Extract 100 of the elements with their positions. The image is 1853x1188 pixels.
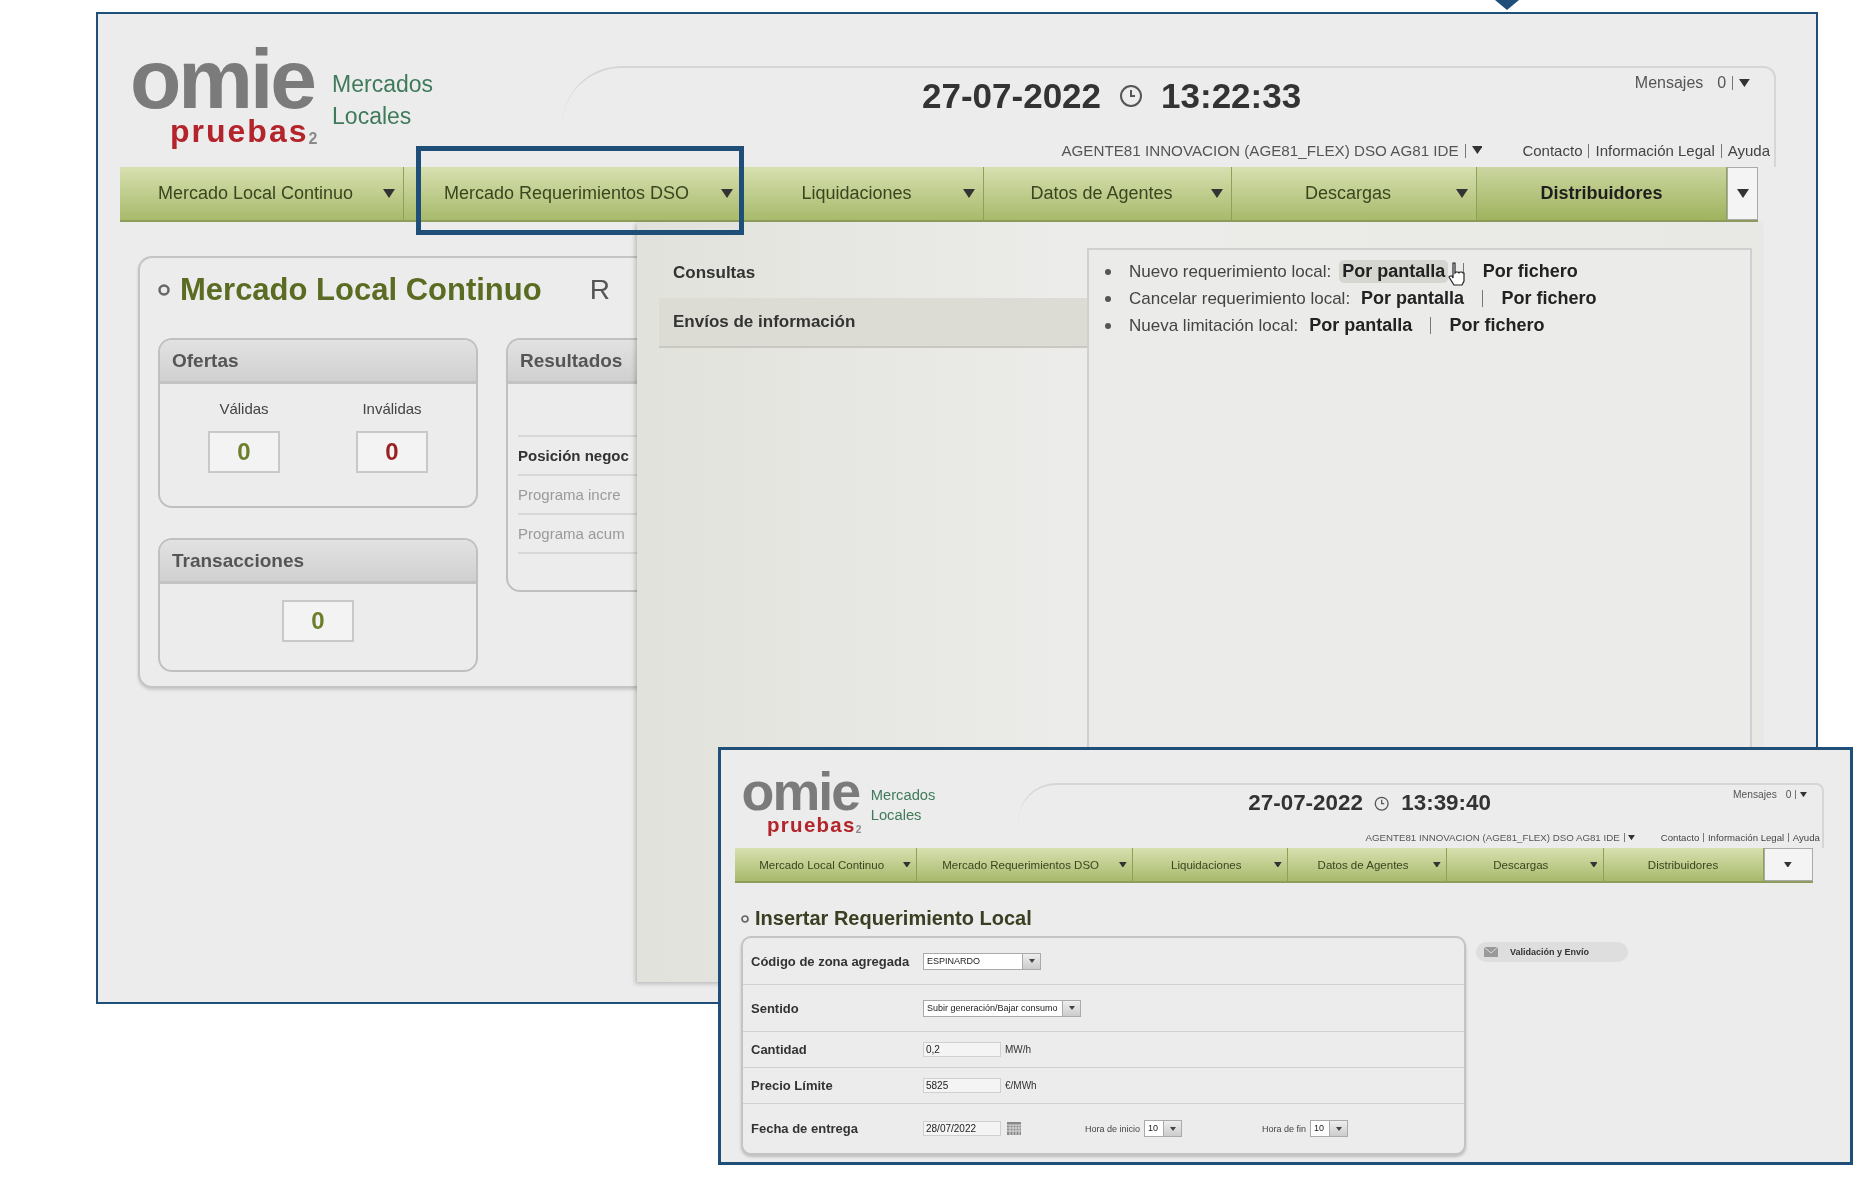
clock-icon <box>1119 84 1144 108</box>
product-name: Mercados Locales <box>332 70 435 132</box>
menu-link[interactable]: Por fichero <box>1498 287 1600 310</box>
nav-tab[interactable]: Mercado Local Continuo <box>120 167 404 220</box>
bullet-icon <box>158 284 170 296</box>
nav-tab[interactable]: Descargas <box>1446 847 1604 882</box>
caret-icon[interactable] <box>1456 189 1468 198</box>
input-field[interactable]: 5825 <box>923 1078 1001 1094</box>
start-hour-label: Hora de inicio <box>1085 1123 1141 1134</box>
envelope-icon <box>1484 947 1498 958</box>
panel-title: Ofertas <box>160 340 476 384</box>
nav-tab[interactable]: Distribuidores <box>1477 167 1727 220</box>
header-link[interactable]: Contacto <box>1522 142 1583 159</box>
messages-label[interactable]: Mensajes <box>1634 74 1704 92</box>
caret-icon <box>1335 1126 1342 1131</box>
menu-link[interactable]: Por fichero <box>1479 260 1581 283</box>
caret-icon[interactable] <box>1628 834 1636 840</box>
caret-icon[interactable] <box>1432 861 1441 868</box>
caret-icon <box>1028 959 1035 964</box>
date-text: 27-07-2022 <box>922 76 1102 116</box>
nav-tab[interactable]: Mercado Requerimientos DSO <box>916 847 1134 882</box>
caret-icon[interactable] <box>1800 792 1808 798</box>
caret-icon[interactable] <box>963 189 975 198</box>
caret-icon[interactable] <box>1784 861 1793 868</box>
caret-icon[interactable] <box>721 189 733 198</box>
bullet-icon <box>1105 268 1111 275</box>
header-link[interactable]: Contacto <box>1660 831 1700 843</box>
caret-icon <box>1169 1126 1176 1131</box>
field-label: Cantidad <box>751 1042 808 1058</box>
date-text: 27-07-2022 <box>1248 790 1363 817</box>
time-text: 13:39:40 <box>1401 790 1491 817</box>
nav-tab[interactable]: Liquidaciones <box>742 167 984 220</box>
nav-tab[interactable]: Liquidaciones <box>1133 847 1288 882</box>
select-field[interactable]: ESPINARDO <box>923 952 1041 970</box>
bullet-icon <box>1105 295 1111 302</box>
transactions-count: 0 <box>282 600 354 642</box>
agent-name: AGENTE81 INNOVACION (AGE81_FLEX) DSO AG81 IDE <box>1061 142 1459 159</box>
caret-icon[interactable] <box>1739 78 1750 88</box>
menu-link[interactable]: Por pantalla <box>1358 287 1468 310</box>
field-label: Sentido <box>751 1000 800 1016</box>
logo-subtitle: pruebas <box>170 115 309 148</box>
header-link[interactable]: Información Legal <box>1707 831 1785 843</box>
menu-item-label: Nueva limitación local: <box>1129 315 1299 336</box>
nav-tab[interactable]: Mercado Local Continuo <box>735 847 917 882</box>
product-name: Mercados Locales <box>870 785 937 826</box>
logo-subscript: 2 <box>308 131 318 148</box>
header-link[interactable]: Ayuda <box>1727 142 1770 159</box>
submit-button[interactable]: Validación y Envío <box>1476 942 1628 963</box>
caret-icon[interactable] <box>1736 189 1749 198</box>
input-field[interactable]: 0,2 <box>923 1042 1001 1058</box>
omie-logo: omie <box>129 44 316 116</box>
caret-icon[interactable] <box>1274 861 1282 868</box>
bullet-icon <box>1105 322 1111 329</box>
invalid-count: 0 <box>356 431 428 473</box>
logo-subscript: 2 <box>855 825 862 836</box>
header-link[interactable]: Ayuda <box>1792 831 1820 843</box>
agent-name: AGENTE81 INNOVACION (AGE81_FLEX) DSO AG81 IDE <box>1365 831 1620 843</box>
end-hour-label: Hora de fin <box>1262 1123 1307 1134</box>
form-title: Insertar Requerimiento Local <box>755 907 1032 931</box>
menu-item-label: Cancelar requerimiento local: <box>1129 288 1351 309</box>
caret-icon <box>1068 1006 1075 1011</box>
logo-subtitle: pruebas <box>767 814 856 836</box>
unit-label: €/MWh <box>1005 1080 1037 1092</box>
calendar-icon[interactable] <box>1007 1122 1021 1136</box>
next-title: R <box>589 274 610 306</box>
caret-icon[interactable] <box>1589 861 1598 868</box>
caret-icon[interactable] <box>383 189 395 198</box>
select-field[interactable]: Subir generación/Bajar consumo <box>923 999 1081 1017</box>
omie-logo: omie <box>740 769 861 815</box>
hand-cursor-icon <box>1448 262 1467 286</box>
field-label: Código de zona agregada <box>751 953 911 969</box>
valid-count: 0 <box>208 431 280 473</box>
invalid-label: Inválidas <box>362 400 422 417</box>
nav-tab[interactable]: Datos de Agentes <box>984 167 1232 220</box>
menu-item-label: Nuevo requerimiento local: <box>1129 261 1332 282</box>
select-field[interactable]: 10 <box>1144 1120 1183 1138</box>
marker-icon <box>1495 0 1519 10</box>
unit-label: MW/h <box>1005 1044 1032 1056</box>
nav-tab[interactable]: Distribuidores <box>1603 847 1764 882</box>
nav-tab[interactable]: Mercado Requerimientos DSO <box>404 167 742 220</box>
messages-count: 0 <box>1717 74 1727 92</box>
caret-icon[interactable] <box>1471 146 1483 155</box>
field-label: Precio Límite <box>751 1078 834 1094</box>
valid-label: Válidas <box>219 400 269 417</box>
menu-section[interactable]: Envíos de información <box>659 298 1087 348</box>
card-title: Mercado Local Continuo <box>180 272 542 308</box>
caret-icon[interactable] <box>903 861 911 868</box>
menu-section[interactable]: Consultas <box>659 248 1087 298</box>
menu-link[interactable]: Por pantalla <box>1306 314 1416 337</box>
caret-icon[interactable] <box>1211 189 1223 198</box>
select-field[interactable]: 10 <box>1310 1120 1349 1138</box>
header-link[interactable]: Información Legal <box>1595 142 1715 159</box>
messages-label[interactable]: Mensajes <box>1733 789 1777 801</box>
bullet-icon <box>741 914 749 923</box>
date-field[interactable]: 28/07/2022 <box>923 1121 1001 1137</box>
clock-icon <box>1374 795 1390 812</box>
menu-link[interactable]: Por fichero <box>1446 314 1548 337</box>
caret-icon[interactable] <box>1119 861 1128 868</box>
nav-tab[interactable]: Datos de Agentes <box>1288 847 1447 882</box>
field-label: Fecha de entrega <box>751 1121 859 1137</box>
